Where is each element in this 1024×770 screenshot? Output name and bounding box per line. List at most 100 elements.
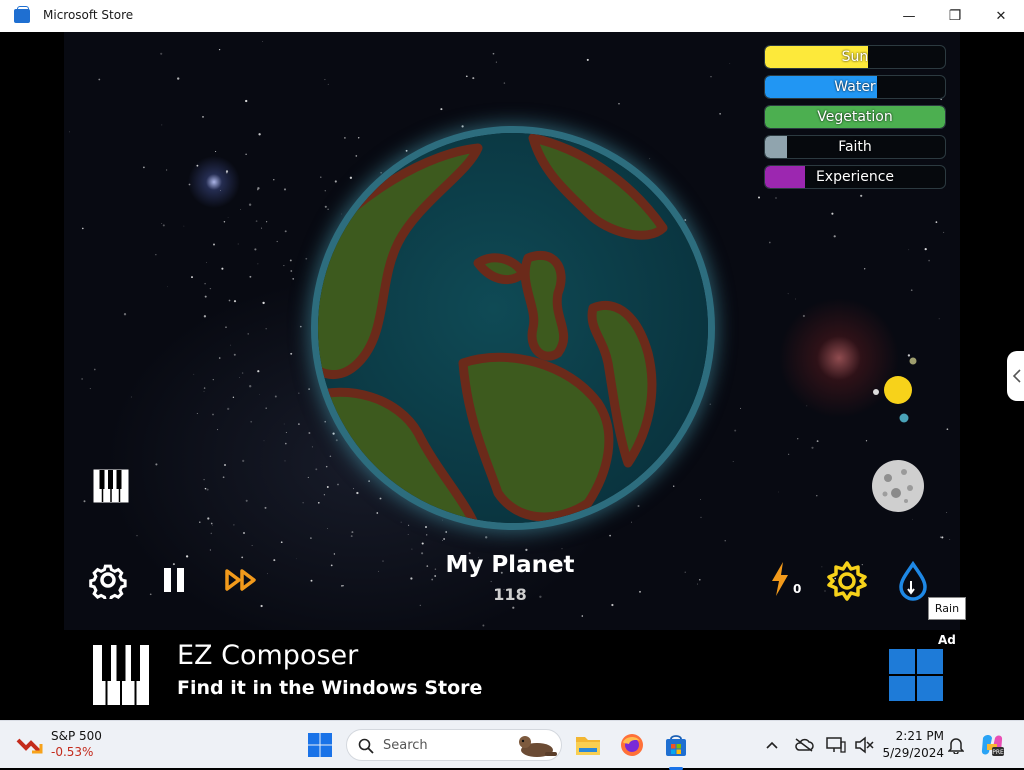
energy-count: 0: [793, 582, 802, 596]
folder-icon: [576, 737, 600, 755]
star: [203, 315, 207, 318]
star: [196, 413, 198, 415]
star: [442, 519, 444, 521]
star: [732, 461, 734, 463]
star: [831, 212, 834, 215]
star: [284, 230, 287, 233]
star: [143, 166, 145, 169]
star: [155, 254, 157, 256]
star: [290, 352, 293, 355]
microsoft-store-taskbar-button[interactable]: [660, 729, 692, 770]
status-bar-sun: Sun: [764, 45, 946, 69]
planet-continents: [318, 133, 668, 523]
planet[interactable]: [318, 133, 708, 523]
star: [196, 164, 199, 167]
star: [312, 315, 315, 318]
settings-button[interactable]: [88, 560, 128, 600]
star: [946, 428, 949, 431]
star: [939, 536, 941, 538]
clock-time[interactable]: 2:21 PM: [880, 729, 944, 743]
star: [203, 387, 206, 389]
store-app-icon: [14, 6, 30, 23]
maximize-button[interactable]: ❐: [932, 0, 978, 32]
rain-button[interactable]: [896, 560, 930, 602]
status-bar-label: Water: [834, 79, 876, 95]
rain-tooltip: Rain: [928, 597, 966, 620]
star: [247, 333, 249, 335]
star: [242, 531, 246, 535]
star: [495, 61, 497, 63]
star: [442, 540, 443, 541]
onedrive-status-button[interactable]: [790, 729, 818, 761]
fast-forward-button[interactable]: [222, 566, 260, 594]
star: [240, 209, 242, 210]
star: [259, 394, 260, 395]
star: [233, 524, 235, 526]
sun-button[interactable]: [826, 560, 868, 602]
star: [257, 370, 260, 373]
network-button[interactable]: [822, 729, 850, 761]
star: [191, 276, 193, 279]
star: [239, 377, 240, 378]
star: [130, 396, 132, 398]
star: [943, 231, 945, 233]
star: [83, 500, 86, 503]
star: [202, 116, 204, 118]
taskbar-search-box[interactable]: Search: [346, 729, 562, 761]
star: [136, 535, 138, 537]
stock-widget-button[interactable]: [14, 729, 46, 761]
star: [302, 502, 304, 504]
star: [411, 548, 413, 550]
copilot-button[interactable]: PRE: [976, 729, 1008, 761]
file-explorer-button[interactable]: [572, 729, 604, 761]
music-button[interactable]: [92, 468, 130, 504]
star: [377, 570, 380, 572]
close-button[interactable]: ✕: [978, 0, 1024, 32]
star: [262, 41, 264, 42]
star: [684, 219, 687, 221]
star: [757, 196, 761, 199]
star: [935, 221, 938, 223]
star: [503, 82, 506, 84]
star: [183, 225, 185, 227]
star: [161, 222, 163, 225]
solar-system-button[interactable]: [868, 354, 924, 424]
star: [258, 133, 261, 136]
ad-piano-logo: [92, 644, 150, 706]
star: [305, 257, 308, 260]
gear-icon: [89, 564, 127, 599]
star: [472, 77, 475, 80]
star: [424, 525, 428, 529]
chevron-left-icon: [1012, 369, 1021, 383]
star: [734, 429, 737, 432]
star: [618, 103, 620, 105]
pause-button[interactable]: [158, 564, 190, 596]
star: [329, 455, 332, 458]
energy-button[interactable]: [766, 560, 794, 598]
star: [581, 615, 584, 617]
start-button[interactable]: [304, 729, 336, 761]
stock-down-icon: [16, 738, 43, 754]
stock-change: -0.53%: [51, 745, 94, 759]
star: [356, 491, 359, 495]
star: [816, 440, 819, 443]
ad-banner[interactable]: EZ Composer Find it in the Windows Store…: [0, 630, 1024, 720]
star: [330, 564, 333, 567]
clock-date[interactable]: 5/29/2024: [872, 746, 944, 760]
notifications-button[interactable]: [942, 729, 970, 761]
star: [833, 235, 836, 238]
star: [209, 287, 212, 290]
star: [324, 190, 326, 192]
minimize-button[interactable]: —: [886, 0, 932, 32]
star: [324, 79, 326, 81]
star: [298, 423, 300, 425]
game-area[interactable]: Sun Water Vegetation Faith Experience My…: [0, 32, 1024, 630]
show-hidden-icons-button[interactable]: [758, 729, 786, 761]
star: [684, 571, 686, 573]
star: [410, 577, 413, 580]
side-panel-toggle[interactable]: [1007, 351, 1024, 401]
star: [203, 390, 205, 392]
star: [308, 388, 310, 390]
firefox-button[interactable]: [616, 729, 648, 761]
moon-button[interactable]: [870, 458, 926, 514]
